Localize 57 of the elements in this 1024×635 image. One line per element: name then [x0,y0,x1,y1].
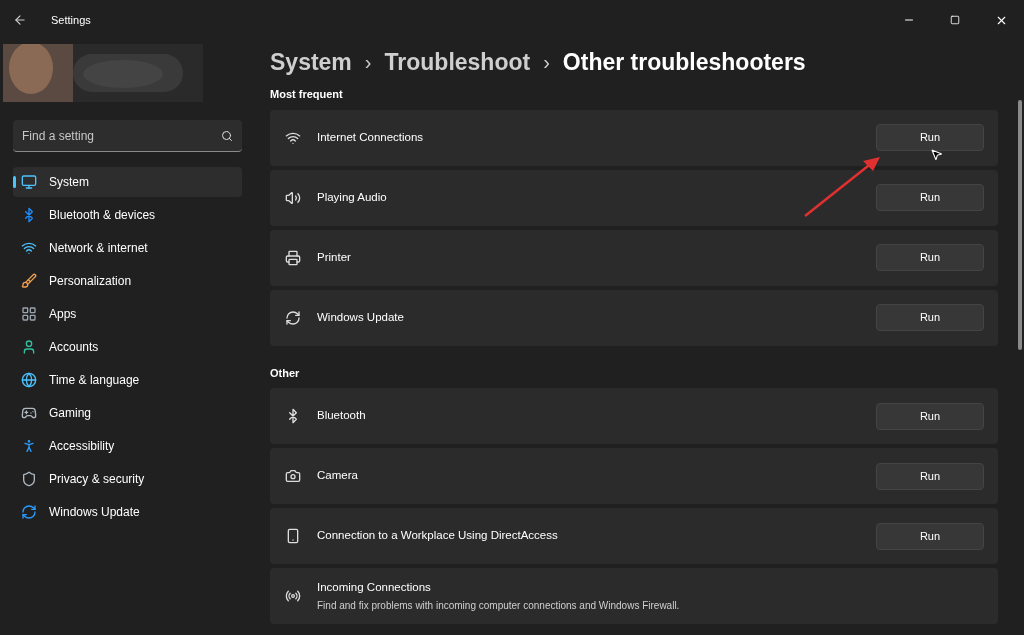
run-button[interactable]: Run [876,124,984,151]
section-heading: Other [270,365,301,381]
search-icon [221,130,233,142]
row-label: Bluetooth [317,408,366,424]
row-label: Internet Connections [317,129,424,145]
apps-icon [21,306,37,322]
run-button[interactable]: Run [876,522,984,550]
sidebar-item[interactable]: System [13,167,242,197]
monitor-icon [21,174,37,190]
sidebar-item[interactable]: Time & language [13,365,242,395]
row-label: Incoming Connections [317,580,432,596]
breadcrumb-item[interactable]: System [270,44,352,80]
run-button[interactable]: Run [876,304,984,331]
breadcrumb-separator: › [543,50,550,75]
back-icon[interactable] [13,13,27,27]
maximize-icon[interactable] [950,15,960,25]
run-button[interactable]: Run [876,184,984,211]
sidebar-item[interactable]: Windows Update [13,497,242,527]
section-heading: Most frequent [270,87,344,102]
antenna-icon [285,588,301,604]
scrollbar[interactable] [1018,100,1022,350]
search-field[interactable]: Find a setting [13,120,242,152]
gamepad-icon [21,405,37,421]
sidebar-item[interactable]: Apps [13,299,242,329]
globe-icon [21,372,37,388]
window-title: Settings [51,12,91,28]
printer-icon [285,249,301,266]
row-label: Connection to a Workplace Using DirectAccess [317,528,558,544]
accessibility-icon [21,438,37,454]
wifi-icon [21,240,37,256]
sidebar-item[interactable]: Personalization [13,266,242,296]
sidebar-item[interactable]: Gaming [13,398,242,428]
cursor-icon [930,147,943,162]
sidebar-item[interactable]: Bluetooth & devices [13,200,242,230]
sidebar-item[interactable]: Accessibility [13,431,242,461]
refresh-icon [285,309,301,326]
run-button[interactable]: Run [876,402,984,430]
sidebar-item[interactable]: Privacy & security [13,464,242,494]
sidebar-item[interactable]: Accounts [13,332,242,362]
row-description: Find and fix problems with incoming computer connections and Windows Firewall. [317,598,680,613]
row-label: Playing Audio [317,189,387,205]
phone-icon [285,528,301,544]
row-label: Windows Update [317,309,404,325]
row-label: Printer [317,249,351,265]
brush-icon [21,273,37,289]
breadcrumb-item[interactable]: Troubleshoot [384,44,531,80]
shield-icon [21,471,37,487]
run-button[interactable]: Run [876,244,984,271]
run-button[interactable]: Run [876,462,984,490]
user-icon [21,339,37,355]
update-icon [21,504,37,520]
breadcrumb-item: Other troubleshooters [562,47,806,77]
camera-icon [285,468,301,484]
sidebar-item[interactable]: Network & internet [13,233,242,263]
breadcrumb-separator: › [364,50,372,75]
row-label: Camera [317,468,358,484]
speaker-icon [285,189,301,206]
